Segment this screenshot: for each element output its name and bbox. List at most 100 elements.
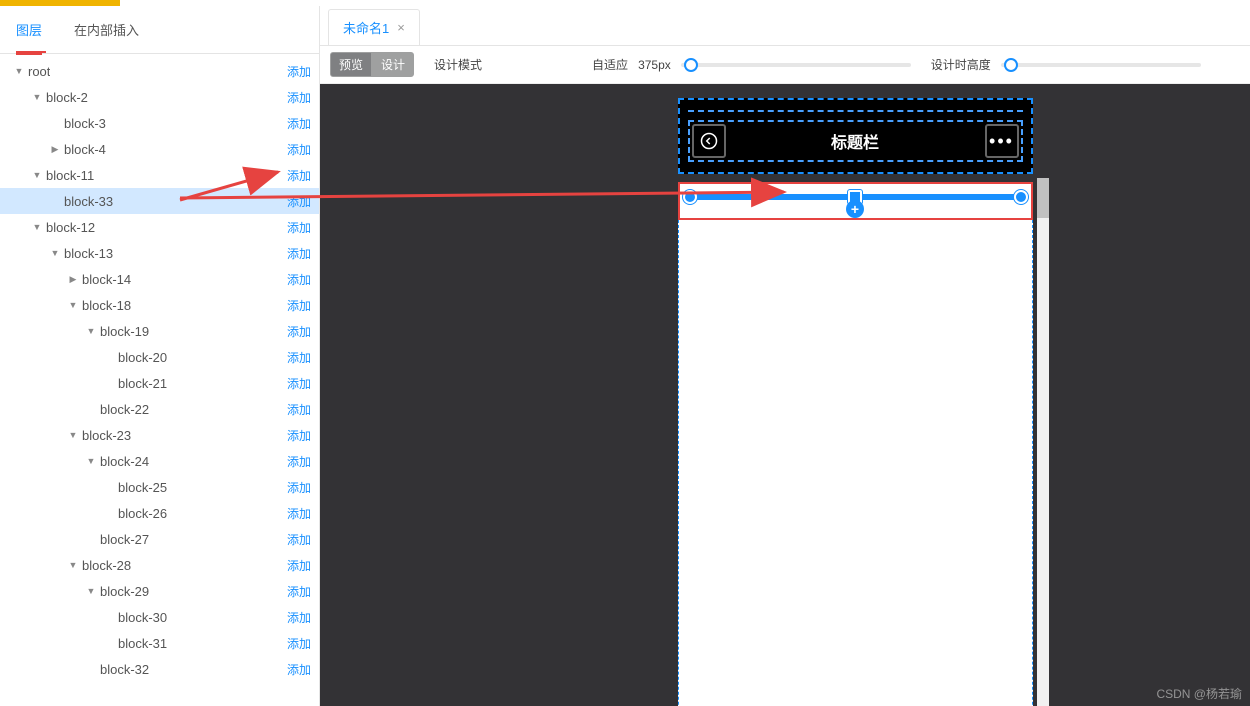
caret-down-icon[interactable] bbox=[86, 456, 96, 466]
tree-node-block-25[interactable]: block-25 添加 bbox=[0, 474, 319, 500]
add-button[interactable]: 添加 bbox=[287, 505, 311, 522]
add-button[interactable]: 添加 bbox=[287, 219, 311, 236]
add-button[interactable]: 添加 bbox=[287, 63, 311, 80]
add-button[interactable]: 添加 bbox=[287, 531, 311, 548]
tree-node-block-29[interactable]: block-29 添加 bbox=[0, 578, 319, 604]
tree-node-block-28[interactable]: block-28添加 bbox=[0, 552, 319, 578]
device-body[interactable] bbox=[678, 220, 1033, 706]
caret-down-icon[interactable] bbox=[32, 170, 42, 180]
add-button[interactable]: 添加 bbox=[287, 479, 311, 496]
canvas[interactable]: 标题栏 ••• + bbox=[320, 84, 1250, 706]
tree-node-block-22[interactable]: block-22 添加 bbox=[0, 396, 319, 422]
tree-node-block-27[interactable]: block-27添加 bbox=[0, 526, 319, 552]
resize-handle-right[interactable] bbox=[1014, 190, 1028, 204]
tab-insert-inside[interactable]: 在内部插入 bbox=[74, 6, 139, 53]
tree-node-block-2[interactable]: block-2 添加 bbox=[0, 84, 319, 110]
tree-node-label: block-22 bbox=[100, 402, 149, 417]
tree-node-block-20[interactable]: block-20添加 bbox=[0, 344, 319, 370]
tree-node-block-19[interactable]: block-19添加 bbox=[0, 318, 319, 344]
tree-node-label: block-33 bbox=[64, 194, 113, 209]
file-tab-untitled[interactable]: 未命名1 × bbox=[328, 9, 420, 45]
add-button[interactable]: 添加 bbox=[287, 609, 311, 626]
tree-node-label: block-29 bbox=[100, 584, 149, 599]
tree-node-block-31[interactable]: block-31添加 bbox=[0, 630, 319, 656]
tree-node-label: block-18 bbox=[82, 298, 131, 313]
add-button[interactable]: 添加 bbox=[287, 453, 311, 470]
tree-node-block-33[interactable]: block-33 添加 bbox=[0, 188, 319, 214]
tree-node-block-21[interactable]: block-21 添加 bbox=[0, 370, 319, 396]
more-icon[interactable]: ••• bbox=[985, 124, 1019, 158]
tree-node-block-30[interactable]: block-30添加 bbox=[0, 604, 319, 630]
design-height-slider-group: 设计时高度 bbox=[931, 56, 1201, 73]
caret-down-icon[interactable] bbox=[68, 560, 78, 570]
tree-node-block-23[interactable]: block-23 添加 bbox=[0, 422, 319, 448]
add-button[interactable]: 添加 bbox=[287, 115, 311, 132]
close-icon[interactable]: × bbox=[397, 20, 405, 35]
add-button[interactable]: 添加 bbox=[287, 635, 311, 652]
caret-down-icon[interactable] bbox=[32, 92, 42, 102]
tree-node-label: block-2 bbox=[46, 90, 88, 105]
add-button[interactable]: 添加 bbox=[287, 271, 311, 288]
tab-layers[interactable]: 图层 bbox=[16, 6, 42, 55]
add-button[interactable]: 添加 bbox=[287, 193, 311, 210]
tree-node-block-32[interactable]: block-32添加 bbox=[0, 656, 319, 682]
add-button[interactable]: 添加 bbox=[287, 401, 311, 418]
add-button[interactable]: 添加 bbox=[287, 245, 311, 262]
add-button[interactable]: 添加 bbox=[287, 323, 311, 340]
add-button[interactable]: 添加 bbox=[287, 557, 311, 574]
editor-area: 未命名1 × 预览 设计 设计模式 自适应 375px 设计时高度 bbox=[320, 6, 1250, 706]
layer-tree[interactable]: root添加block-2添加block-3添加block-4添加block-1… bbox=[0, 54, 319, 706]
caret-right-icon[interactable] bbox=[68, 274, 78, 285]
slider-knob[interactable] bbox=[684, 58, 698, 72]
tree-node-block-24[interactable]: block-24 添加 bbox=[0, 448, 319, 474]
slider-knob[interactable] bbox=[1004, 58, 1018, 72]
view-toggle: 预览 设计 bbox=[330, 52, 414, 77]
tree-node-root[interactable]: root 添加 bbox=[0, 58, 319, 84]
back-icon[interactable] bbox=[692, 124, 726, 158]
tree-node-block-14[interactable]: block-14添加 bbox=[0, 266, 319, 292]
tree-node-label: block-23 bbox=[82, 428, 131, 443]
tree-node-block-3[interactable]: block-3添加 bbox=[0, 110, 319, 136]
selected-block[interactable]: + bbox=[678, 182, 1033, 220]
caret-down-icon[interactable] bbox=[14, 66, 24, 76]
tree-node-label: block-13 bbox=[64, 246, 113, 261]
caret-down-icon[interactable] bbox=[68, 300, 78, 310]
resize-handle-left[interactable] bbox=[683, 190, 697, 204]
vertical-scrollbar[interactable] bbox=[1037, 178, 1049, 706]
tree-node-block-13[interactable]: block-13 添加 bbox=[0, 240, 319, 266]
tree-node-label: root bbox=[28, 64, 50, 79]
caret-right-icon[interactable] bbox=[50, 144, 60, 155]
tree-node-block-18[interactable]: block-18 添加 bbox=[0, 292, 319, 318]
add-button[interactable]: 添加 bbox=[287, 167, 311, 184]
caret-down-icon[interactable] bbox=[68, 430, 78, 440]
tree-node-block-4[interactable]: block-4 添加 bbox=[0, 136, 319, 162]
add-handle-icon[interactable]: + bbox=[846, 200, 864, 218]
header-block[interactable]: 标题栏 ••• bbox=[678, 98, 1033, 174]
tree-node-label: block-25 bbox=[118, 480, 167, 495]
tree-node-block-12[interactable]: block-12添加 bbox=[0, 214, 319, 240]
scrollbar-thumb[interactable] bbox=[1037, 178, 1049, 218]
add-button[interactable]: 添加 bbox=[287, 297, 311, 314]
tree-node-label: block-24 bbox=[100, 454, 149, 469]
design-height-slider[interactable] bbox=[1001, 63, 1201, 67]
tree-node-label: block-4 bbox=[64, 142, 106, 157]
caret-down-icon[interactable] bbox=[50, 248, 60, 258]
add-button[interactable]: 添加 bbox=[287, 349, 311, 366]
tree-node-block-11[interactable]: block-11 添加 bbox=[0, 162, 319, 188]
tree-node-block-26[interactable]: block-26添加 bbox=[0, 500, 319, 526]
add-button[interactable]: 添加 bbox=[287, 375, 311, 392]
title-bar[interactable]: 标题栏 ••• bbox=[688, 120, 1023, 162]
tree-node-label: block-11 bbox=[46, 168, 94, 183]
design-button[interactable]: 设计 bbox=[372, 52, 414, 77]
add-button[interactable]: 添加 bbox=[287, 141, 311, 158]
caret-down-icon[interactable] bbox=[32, 222, 42, 232]
add-button[interactable]: 添加 bbox=[287, 89, 311, 106]
caret-down-icon[interactable] bbox=[86, 586, 96, 596]
add-button[interactable]: 添加 bbox=[287, 661, 311, 678]
adaptive-slider[interactable] bbox=[681, 63, 911, 67]
tree-node-label: block-21 bbox=[118, 376, 167, 391]
add-button[interactable]: 添加 bbox=[287, 583, 311, 600]
add-button[interactable]: 添加 bbox=[287, 427, 311, 444]
preview-button[interactable]: 预览 bbox=[330, 52, 372, 77]
caret-down-icon[interactable] bbox=[86, 326, 96, 336]
